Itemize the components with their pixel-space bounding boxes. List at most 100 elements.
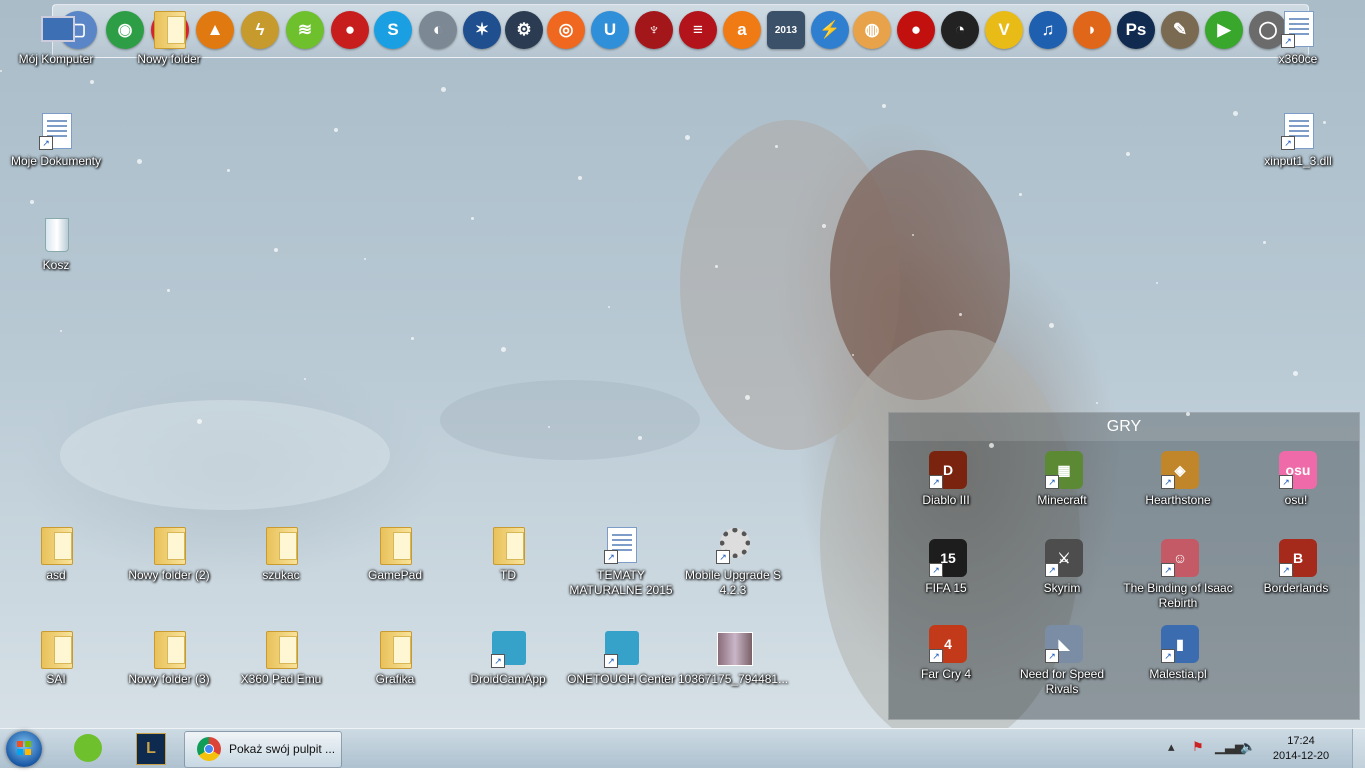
steam-icon[interactable]: ⚙ [505, 11, 543, 49]
show-desktop-button[interactable] [1352, 729, 1365, 768]
play-icon[interactable]: ▶ [1205, 11, 1243, 49]
desktop-icon-moje-dokumenty[interactable]: ↗ Moje Dokumenty [1, 112, 111, 169]
game-shortcut-need-for-speed-rivals[interactable]: ◣ ↗ Need for Speed Rivals [1007, 625, 1117, 697]
game-shortcut-borderlands[interactable]: B ↗ Borderlands [1241, 539, 1351, 596]
game-shortcut-minecraft[interactable]: ▦ ↗ Minecraft [1007, 451, 1117, 508]
icon-glyph: ↗ [39, 112, 73, 150]
snowflake [1126, 152, 1130, 156]
speaker-icon[interactable]: ● [331, 11, 369, 49]
snowflake [1263, 241, 1266, 244]
desktop-icon-x360ce[interactable]: ↗ x360ce [1243, 10, 1353, 67]
desktop-icon-nowy-folder[interactable]: Nowy folder [114, 10, 224, 67]
desktop-icon-nowy-folder-3[interactable]: Nowy folder (3) [114, 630, 224, 687]
folder-icon [266, 631, 298, 669]
photoshop-icon[interactable]: Ps [1117, 11, 1155, 49]
snowflake [715, 265, 718, 268]
steam-alt-icon[interactable]: ◐ [419, 11, 457, 49]
desktop-icon-x360-pad-emu[interactable]: X360 Pad Emu [226, 630, 336, 687]
icon-label: asd [46, 568, 66, 582]
tray-expand-icon[interactable]: ▴ [1168, 739, 1175, 755]
icon-glyph [39, 630, 73, 669]
desktop-icon-tematy-maturalne-2015[interactable]: ↗ TEMATY MATURALNE 2015 [566, 526, 676, 598]
desktop-icon-asd[interactable]: asd [1, 526, 111, 583]
uplay-icon[interactable]: U [591, 11, 629, 49]
desktop-icon-grafika[interactable]: Grafika [340, 630, 450, 687]
desktop-icon-mobile-upgrade-s-4-2-3[interactable]: ↗ Mobile Upgrade S 4.2.3 [678, 526, 788, 598]
icon-label: Kosz [42, 258, 70, 272]
snowflake [578, 176, 582, 180]
recycle-bin-icon [45, 218, 69, 252]
game-label: Hearthstone [1145, 493, 1211, 507]
clock-date: 2014-12-20 [1272, 750, 1330, 762]
desktop-icon-td[interactable]: TD [453, 526, 563, 583]
gimp-icon[interactable]: ✎ [1161, 11, 1199, 49]
shell-icon[interactable]: ◗ [1073, 11, 1111, 49]
game-shortcut-the-binding-of-isaac-rebirth[interactable]: ☺ ↗ The Binding of Isaac Rebirth [1123, 539, 1233, 611]
speedtest-icon[interactable]: ⚡ [811, 11, 849, 49]
icon-label: SAI [46, 672, 66, 686]
snowflake [989, 443, 994, 448]
headphones-icon[interactable]: ♫ [1029, 11, 1067, 49]
game-label: Malestia.pl [1149, 667, 1207, 681]
icon-label: Nowy folder (3) [128, 672, 210, 686]
game-icon: ▦ ↗ [1045, 451, 1083, 489]
desktop-icon-xinput1-3-dll[interactable]: ↗ xinput1_3.dll [1243, 112, 1353, 169]
game-shortcut-osu[interactable]: osu ↗ osu! [1241, 451, 1351, 508]
action-center-icon[interactable]: ⚑ [1192, 739, 1204, 755]
game-shortcut-far-cry-4[interactable]: 4 ↗ Far Cry 4 [891, 625, 1001, 682]
game-shortcut-skyrim[interactable]: ⚔ ↗ Skyrim [1007, 539, 1117, 596]
battlenet-icon[interactable]: ✶ [463, 11, 501, 49]
snowflake [501, 347, 506, 352]
avast-icon[interactable]: a [723, 11, 761, 49]
folder-icon [380, 631, 412, 669]
origin-icon[interactable]: ◎ [547, 11, 585, 49]
snowflake [775, 145, 778, 148]
spotify-icon [74, 734, 102, 762]
desktop-icon-m-j-komputer[interactable]: Mój Komputer [1, 10, 111, 67]
icon-glyph: ↗ [1281, 112, 1315, 150]
desktop-icon-onetouch-center[interactable]: ↗ ONETOUCH Center [566, 630, 676, 687]
hawk-icon[interactable]: ♆ [635, 11, 673, 49]
stripes-icon[interactable]: ≡ [679, 11, 717, 49]
icon-label: xinput1_3.dll [1264, 154, 1332, 168]
snowflake [608, 306, 610, 308]
desktop-icon-sai[interactable]: SAI [1, 630, 111, 687]
taskbar: L Pokaż swój pulpit ... ▴ ⚑ ▁▃▅ 🔈 17:24 … [0, 728, 1365, 768]
taskbar-pin-spotify[interactable] [66, 731, 110, 766]
start-button[interactable] [6, 731, 42, 767]
icon-glyph [39, 526, 73, 565]
game-shortcut-fifa-15[interactable]: 15 ↗ FIFA 15 [891, 539, 1001, 596]
game-shortcut-hearthstone[interactable]: ◈ ↗ Hearthstone [1123, 451, 1233, 508]
game-icon: 15 ↗ [929, 539, 967, 577]
snowflake [1293, 371, 1298, 376]
v-logo-icon[interactable]: V [985, 11, 1023, 49]
desktop-icon-droidcamapp[interactable]: ↗ DroidCamApp [453, 630, 563, 687]
fence-gry: GRY D ↗ Diablo III ▦ ↗ Minecraft ◈ ↗ Hearthstone… [888, 412, 1360, 720]
taskbar-clock[interactable]: 17:24 2014-12-20 [1268, 734, 1334, 764]
obs-icon[interactable]: ◔ [941, 11, 979, 49]
game-shortcut-malestia-pl[interactable]: ▮ ↗ Malestia.pl [1123, 625, 1233, 682]
desktop-icon-10367175-794481[interactable]: 10367175_794481... [678, 630, 788, 687]
icon-label: X360 Pad Emu [240, 672, 322, 686]
windows-logo-icon [17, 741, 31, 755]
desktop-icon-nowy-folder-2[interactable]: Nowy folder (2) [114, 526, 224, 583]
folder-icon [266, 527, 298, 565]
taskbar-chrome-window[interactable]: Pokaż swój pulpit ... [184, 731, 342, 768]
game-shortcut-diablo-iii[interactable]: D ↗ Diablo III [891, 451, 1001, 508]
spotify-icon[interactable]: ≋ [286, 11, 324, 49]
volume-icon[interactable]: 🔈 [1240, 739, 1256, 755]
desktop-icon-kosz[interactable]: Kosz [1, 216, 111, 273]
winamp-icon[interactable]: ϟ [241, 11, 279, 49]
record-icon[interactable]: ● [897, 11, 935, 49]
disc-icon[interactable]: ◍ [853, 11, 891, 49]
skype-icon[interactable]: S [374, 11, 412, 49]
taskbar-pin-league[interactable]: L [128, 731, 172, 766]
snowflake [1156, 282, 1158, 284]
desktop-icon-szukac[interactable]: szukac [226, 526, 336, 583]
icon-label: 10367175_794481... [678, 672, 789, 686]
desktop-icon-gamepad[interactable]: GamePad [340, 526, 450, 583]
game-2013-icon[interactable]: 2013 [767, 11, 805, 49]
icon-glyph [39, 10, 75, 48]
snowflake [137, 159, 142, 164]
icon-glyph [152, 526, 186, 565]
